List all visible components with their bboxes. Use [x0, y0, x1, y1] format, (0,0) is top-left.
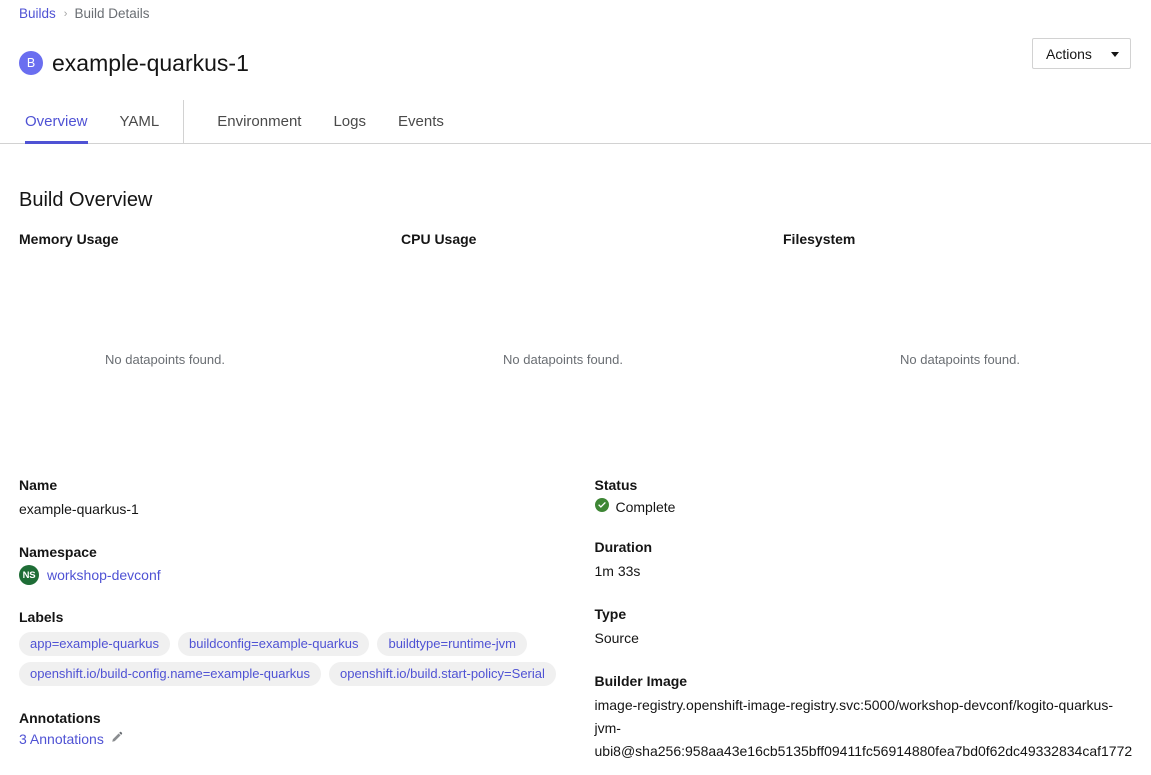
tab-bar: Overview YAML Environment Logs Events	[0, 100, 1151, 144]
label-chip[interactable]: openshift.io/build.start-policy=Serial	[329, 662, 556, 686]
metric-graph-filesystem: No datapoints found.	[783, 250, 1151, 440]
tab-yaml[interactable]: YAML	[104, 100, 176, 143]
metric-empty-filesystem: No datapoints found.	[900, 352, 1020, 367]
field-namespace-label: Namespace	[19, 544, 97, 560]
label-chip[interactable]: openshift.io/build-config.name=example-q…	[19, 662, 322, 686]
tab-logs-label: Logs	[333, 113, 366, 130]
field-type-value: Source	[594, 630, 639, 646]
metric-title-cpu-usage: CPU Usage	[401, 231, 477, 247]
tab-logs[interactable]: Logs	[317, 100, 382, 143]
breadcrumb-link-builds[interactable]: Builds	[19, 6, 56, 22]
namespace-row: NS workshop-devconf	[19, 565, 562, 585]
check-circle-icon	[594, 498, 609, 515]
field-namespace: Namespace NS workshop-devconf	[19, 542, 562, 585]
label-chip[interactable]: buildconfig=example-quarkus	[178, 632, 370, 656]
field-name: Name example-quarkus-1	[19, 475, 562, 520]
field-annotations-label: Annotations	[19, 710, 101, 726]
label-chip[interactable]: app=example-quarkus	[19, 632, 170, 656]
field-name-label: Name	[19, 477, 58, 493]
annotations-row: 3 Annotations	[19, 731, 562, 747]
field-duration-label: Duration	[594, 539, 653, 555]
label-chip[interactable]: buildtype=runtime-jvm	[377, 632, 527, 656]
tab-environment[interactable]: Environment	[201, 100, 317, 143]
metric-graph-cpu-usage: No datapoints found.	[401, 250, 769, 440]
status-text: Complete	[615, 498, 676, 515]
field-type: Type Source	[595, 604, 1138, 649]
label-chip-list: app=example-quarkus buildconfig=example-…	[19, 632, 562, 686]
field-status-label: Status	[594, 477, 638, 493]
field-duration-value: 1m 33s	[594, 563, 641, 579]
section-title: Build Overview	[19, 188, 153, 211]
breadcrumb-current: Build Details	[74, 6, 150, 21]
status-badge: Complete	[594, 498, 1138, 515]
actions-dropdown-label: Actions	[1046, 45, 1092, 62]
field-annotations: Annotations 3 Annotations	[19, 708, 562, 747]
tab-group-divider	[183, 100, 185, 143]
tab-events[interactable]: Events	[382, 100, 460, 143]
breadcrumb-separator-icon: ›	[63, 8, 68, 20]
tab-group-right: Environment Logs Events	[192, 100, 460, 143]
details-column-left: Name example-quarkus-1 Namespace NS work…	[0, 475, 576, 763]
tab-overview[interactable]: Overview	[9, 100, 104, 144]
tab-yaml-label: YAML	[119, 113, 160, 130]
tab-environment-label: Environment	[217, 113, 302, 130]
metric-card-filesystem: Filesystem No datapoints found.	[769, 228, 1151, 440]
metric-empty-memory-usage: No datapoints found.	[105, 352, 225, 367]
metric-title-filesystem: Filesystem	[783, 231, 856, 247]
field-builder-image-label: Builder Image	[594, 673, 688, 689]
metric-card-memory-usage: Memory Usage No datapoints found.	[0, 228, 387, 440]
details-grid: Name example-quarkus-1 Namespace NS work…	[0, 475, 1151, 763]
field-type-label: Type	[594, 606, 627, 622]
page-title: example-quarkus-1	[52, 50, 249, 77]
field-labels: Labels app=example-quarkus buildconfig=e…	[19, 607, 562, 686]
chevron-down-icon	[1111, 51, 1119, 57]
annotations-link[interactable]: 3 Annotations	[19, 731, 104, 747]
field-labels-label: Labels	[19, 609, 64, 625]
breadcrumb: Builds › Build Details	[19, 6, 150, 22]
field-name-value: example-quarkus-1	[19, 501, 139, 517]
page-title-row: B example-quarkus-1	[19, 33, 1132, 94]
field-builder-image-value: image-registry.openshift-image-registry.…	[594, 697, 1133, 759]
namespace-link[interactable]: workshop-devconf	[47, 567, 161, 583]
details-column-right: Status Complete Duration 1m 33s Type Sou…	[576, 475, 1151, 763]
actions-dropdown-button[interactable]: Actions	[1032, 38, 1131, 69]
tab-events-label: Events	[398, 113, 444, 130]
field-status: Status Complete	[594, 475, 1138, 515]
field-duration: Duration 1m 33s	[595, 537, 1138, 582]
tab-overview-label: Overview	[25, 113, 88, 130]
build-details-page: Builds › Build Details B example-quarkus…	[0, 0, 1151, 775]
resource-type-badge: B	[19, 51, 43, 76]
metric-title-memory-usage: Memory Usage	[19, 231, 119, 247]
metrics-row: Memory Usage No datapoints found. CPU Us…	[0, 228, 1151, 440]
pencil-edit-icon[interactable]	[110, 731, 123, 747]
field-builder-image: Builder Image image-registry.openshift-i…	[595, 671, 1138, 763]
metric-card-cpu-usage: CPU Usage No datapoints found.	[387, 228, 769, 440]
namespace-badge: NS	[19, 565, 39, 585]
metric-empty-cpu-usage: No datapoints found.	[503, 352, 623, 367]
metric-graph-memory-usage: No datapoints found.	[19, 250, 387, 440]
